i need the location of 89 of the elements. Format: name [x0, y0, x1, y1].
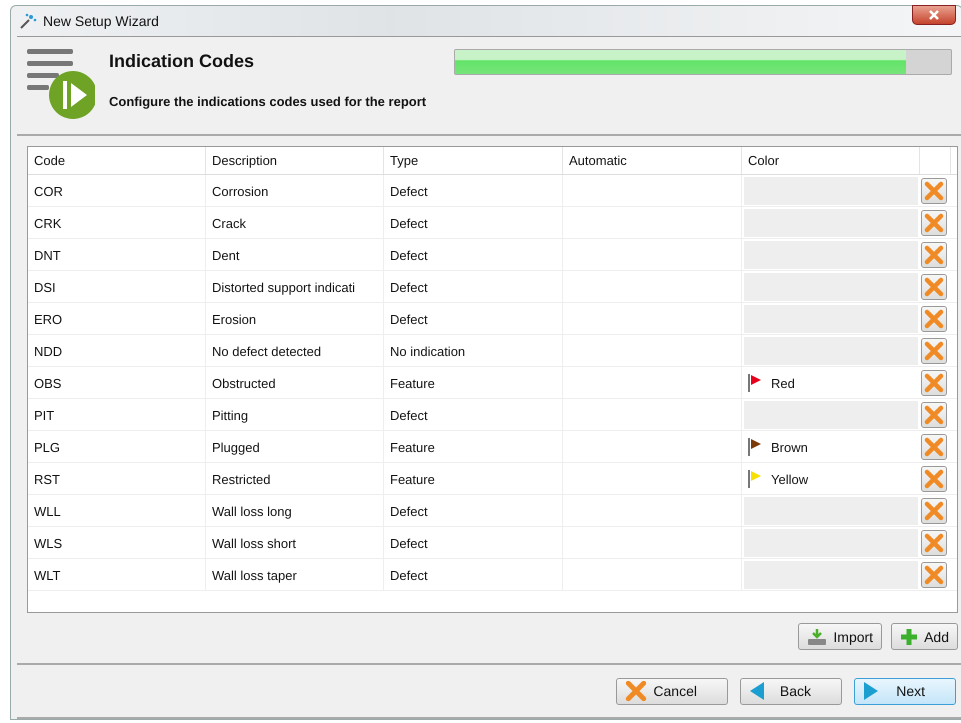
table-cell: DSI — [28, 271, 206, 303]
delete-button[interactable] — [921, 370, 947, 396]
table-cell: Feature — [384, 431, 563, 463]
table-cell: Dent — [206, 239, 384, 271]
table-cell: Defect — [384, 175, 563, 207]
table-cell: Wall loss taper — [206, 559, 384, 591]
next-button[interactable]: Next — [854, 678, 956, 704]
table-cell: Defect — [384, 495, 563, 527]
right-triangle-icon — [863, 681, 879, 701]
delete-button[interactable] — [921, 306, 947, 332]
delete-button[interactable] — [921, 498, 947, 524]
delete-icon — [924, 533, 944, 553]
table-cell: RST — [28, 463, 206, 495]
column-header[interactable]: Code — [28, 147, 206, 174]
page-heading: Indication Codes — [109, 51, 256, 72]
table-cell: Defect — [384, 207, 563, 239]
table-cell: PLG — [28, 431, 206, 463]
table-cell: Restricted — [206, 463, 384, 495]
color-name: Brown — [771, 440, 808, 454]
color-name: Yellow — [771, 472, 808, 486]
table-cell: Crack — [206, 207, 384, 239]
left-triangle-icon — [749, 681, 765, 701]
delete-icon — [924, 309, 944, 329]
page-description: Configure the indications codes used for the report — [109, 94, 428, 109]
table-cell: Feature — [384, 463, 563, 495]
delete-icon — [924, 373, 944, 393]
table-cell: NDD — [28, 335, 206, 367]
delete-icon — [924, 341, 944, 361]
table-cell: DNT — [28, 239, 206, 271]
delete-button[interactable] — [921, 338, 947, 364]
table-cell: COR — [28, 175, 206, 207]
back-button[interactable]: Back — [740, 678, 842, 704]
table-cell: OBS — [28, 367, 206, 399]
delete-button[interactable] — [921, 466, 947, 492]
table-cell: Defect — [384, 271, 563, 303]
table-cell: Defect — [384, 399, 563, 431]
column-header[interactable]: Type — [384, 147, 563, 174]
table-cell: No defect detected — [206, 335, 384, 367]
cancel-button[interactable]: Cancel — [616, 678, 728, 704]
delete-button[interactable] — [921, 402, 947, 428]
delete-button[interactable] — [921, 242, 947, 268]
table-cell: CRK — [28, 207, 206, 239]
delete-icon — [924, 501, 944, 521]
table-cell: Plugged — [206, 431, 384, 463]
download-icon — [807, 628, 828, 646]
delete-icon — [924, 245, 944, 265]
add-button[interactable]: Add — [891, 623, 958, 650]
delete-icon — [924, 405, 944, 425]
table-cell: No indication — [384, 335, 563, 367]
table-cell: Obstructed — [206, 367, 384, 399]
color-name: Red — [771, 376, 795, 390]
delete-button[interactable] — [921, 274, 947, 300]
table-cell: ERO — [28, 303, 206, 335]
delete-icon — [625, 680, 648, 702]
table-cell: Defect — [384, 527, 563, 559]
table-cell: Erosion — [206, 303, 384, 335]
close-icon — [928, 10, 940, 20]
table-cell: Wall loss long — [206, 495, 384, 527]
plus-icon — [900, 628, 918, 646]
window-title: New Setup Wizard — [43, 13, 159, 29]
table-cell: Feature — [384, 367, 563, 399]
column-header[interactable]: Color — [742, 147, 920, 174]
table-cell: Defect — [384, 303, 563, 335]
delete-icon — [924, 277, 944, 297]
magic-wand-icon — [19, 12, 37, 30]
delete-icon — [924, 213, 944, 233]
delete-icon — [924, 469, 944, 489]
delete-button[interactable] — [921, 434, 947, 460]
table-cell: Corrosion — [206, 175, 384, 207]
column-header[interactable]: Description — [206, 147, 384, 174]
table-cell: WLL — [28, 495, 206, 527]
table-cell: Distorted support indicati — [206, 271, 384, 303]
delete-button[interactable] — [921, 562, 947, 588]
delete-icon — [924, 437, 944, 457]
delete-icon — [924, 181, 944, 201]
table-cell: Defect — [384, 239, 563, 271]
delete-button[interactable] — [921, 178, 947, 204]
delete-icon — [924, 565, 944, 585]
table-cell: PIT — [28, 399, 206, 431]
close-button[interactable] — [912, 5, 956, 25]
table-cell: Defect — [384, 559, 563, 591]
delete-button[interactable] — [921, 210, 947, 236]
delete-button[interactable] — [921, 530, 947, 556]
table-cell: WLT — [28, 559, 206, 591]
column-header[interactable]: Automatic — [563, 147, 742, 174]
table-cell: WLS — [28, 527, 206, 559]
table-cell: Wall loss short — [206, 527, 384, 559]
import-button[interactable]: Import — [798, 623, 882, 650]
table-cell: Pitting — [206, 399, 384, 431]
